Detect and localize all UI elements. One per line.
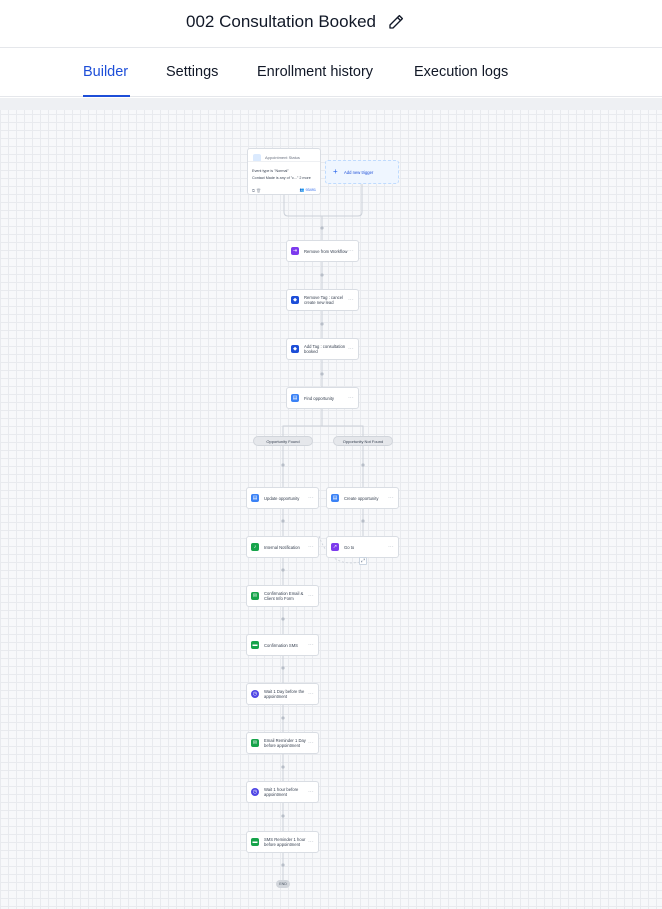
clock-icon: ◷: [251, 690, 259, 698]
more-options-icon[interactable]: ···: [308, 839, 314, 845]
branch-opportunity-not-found[interactable]: Opportunity Not Found: [333, 436, 393, 446]
sms-icon: ▬: [251, 641, 259, 649]
tab-enrollment-history[interactable]: Enrollment history: [257, 64, 373, 80]
goto-arrow-icon: ↗: [331, 543, 339, 551]
opportunity-icon: ▤: [251, 494, 259, 502]
more-options-icon[interactable]: ···: [308, 691, 314, 697]
active-tab-indicator: [83, 95, 130, 97]
node-sms-reminder[interactable]: ▬ SMS Reminder 1 hour before appointment…: [246, 831, 319, 853]
trash-icon[interactable]: 🗑: [256, 188, 261, 193]
node-label: Confirmation SMS: [264, 642, 298, 648]
node-label: Wait 1 hour before appointment: [264, 787, 299, 797]
node-find-opportunity[interactable]: ▤ Find opportunity ···: [286, 387, 359, 409]
tag-icon: ◆: [291, 345, 299, 353]
workflow-header: 002 Consultation Booked: [0, 0, 662, 48]
plus-icon: +: [333, 167, 338, 176]
add-new-trigger-button[interactable]: + Add new trigger: [325, 160, 399, 184]
workflow-canvas[interactable]: Appointment Status Event type is "Normal…: [0, 98, 662, 909]
workflow-icon: ⇥: [291, 247, 299, 255]
email-icon: ✉: [251, 592, 259, 600]
email-icon: ✉: [251, 739, 259, 747]
tab-execution-logs[interactable]: Execution logs: [414, 64, 508, 80]
node-label: Confirmation Email & Client Info Form: [264, 591, 304, 601]
trigger-filter-1: Event type is "Normal": [252, 169, 289, 173]
trigger-actions: ⧉ 🗑: [252, 188, 261, 193]
more-options-icon[interactable]: ···: [348, 297, 354, 303]
users-icon: 👥: [299, 188, 305, 192]
pencil-icon[interactable]: [387, 13, 405, 31]
opportunity-icon: ▤: [291, 394, 299, 402]
node-label: Create opportunity: [344, 495, 379, 501]
trigger-appointment-status[interactable]: Appointment Status Event type is "Normal…: [247, 148, 321, 195]
trigger-title: Appointment Status: [265, 155, 300, 160]
node-label: Remove Tag : cancel create new lead: [304, 295, 344, 305]
node-internal-notification[interactable]: ♪ Internal Notification ···: [246, 536, 319, 558]
page-title: 002 Consultation Booked: [186, 12, 376, 31]
node-wait-1-hour[interactable]: ◷ Wait 1 hour before appointment ···: [246, 781, 319, 803]
node-confirmation-sms[interactable]: ▬ Confirmation SMS ···: [246, 634, 319, 656]
trigger-contact-count[interactable]: 👥 93491: [300, 187, 316, 192]
more-options-icon[interactable]: ···: [348, 395, 354, 401]
more-options-icon[interactable]: ···: [308, 593, 314, 599]
workflow-end: END: [276, 880, 290, 888]
bell-icon: ♪: [251, 543, 259, 551]
opportunity-icon: ▤: [331, 494, 339, 502]
more-options-icon[interactable]: ···: [308, 642, 314, 648]
more-options-icon[interactable]: ···: [308, 740, 314, 746]
tag-icon: ◆: [291, 296, 299, 304]
node-wait-1-day[interactable]: ◷ Wait 1 Day before the appointment ···: [246, 683, 319, 705]
tab-builder[interactable]: Builder: [83, 64, 128, 80]
goto-link-icon[interactable]: ⤢: [359, 557, 367, 565]
node-email-reminder[interactable]: ✉ Email Reminder 1 Day before appointmen…: [246, 732, 319, 754]
clock-icon: ◷: [251, 788, 259, 796]
node-remove-from-workflow[interactable]: ⇥ Remove from Workflow ···: [286, 240, 359, 262]
tab-settings[interactable]: Settings: [166, 64, 218, 80]
tab-bar: Builder Settings Enrollment history Exec…: [0, 49, 662, 97]
trigger-more-link[interactable]: 2 more: [299, 176, 310, 180]
node-label: SMS Reminder 1 hour before appointment: [264, 837, 306, 847]
node-label: Internal Notification: [264, 544, 300, 550]
sms-icon: ▬: [251, 838, 259, 846]
trigger-divider: [248, 161, 320, 162]
more-options-icon[interactable]: ···: [308, 789, 314, 795]
node-label: Wait 1 Day before the appointment: [264, 689, 305, 699]
node-label: Remove from Workflow: [304, 248, 348, 254]
node-go-to[interactable]: ↗ Go to ···: [326, 536, 399, 558]
more-options-icon[interactable]: ···: [388, 495, 394, 501]
more-options-icon[interactable]: ···: [348, 248, 354, 254]
node-update-opportunity[interactable]: ▤ Update opportunity ···: [246, 487, 319, 509]
node-remove-tag[interactable]: ◆ Remove Tag : cancel create new lead ··…: [286, 289, 359, 311]
more-options-icon[interactable]: ···: [308, 495, 314, 501]
node-label: Go to: [344, 544, 355, 550]
node-confirmation-email[interactable]: ✉ Confirmation Email & Client Info Form …: [246, 585, 319, 607]
node-add-tag[interactable]: ◆ Add Tag : consultation booked ···: [286, 338, 359, 360]
node-create-opportunity[interactable]: ▤ Create opportunity ···: [326, 487, 399, 509]
trigger-filter-2: Contact Made is any of "c..." 2 more: [252, 176, 311, 180]
more-options-icon[interactable]: ···: [348, 346, 354, 352]
branch-opportunity-found[interactable]: Opportunity Found: [253, 436, 313, 446]
more-options-icon[interactable]: ···: [388, 544, 394, 550]
node-label: Email Reminder 1 Day before appointment: [264, 738, 306, 748]
add-trigger-label: Add new trigger: [344, 170, 374, 175]
more-options-icon[interactable]: ···: [308, 544, 314, 550]
node-label: Update opportunity: [264, 495, 300, 501]
node-label: Find opportunity: [304, 395, 335, 401]
node-label: Add Tag : consultation booked: [304, 344, 346, 354]
copy-icon[interactable]: ⧉: [252, 188, 255, 193]
